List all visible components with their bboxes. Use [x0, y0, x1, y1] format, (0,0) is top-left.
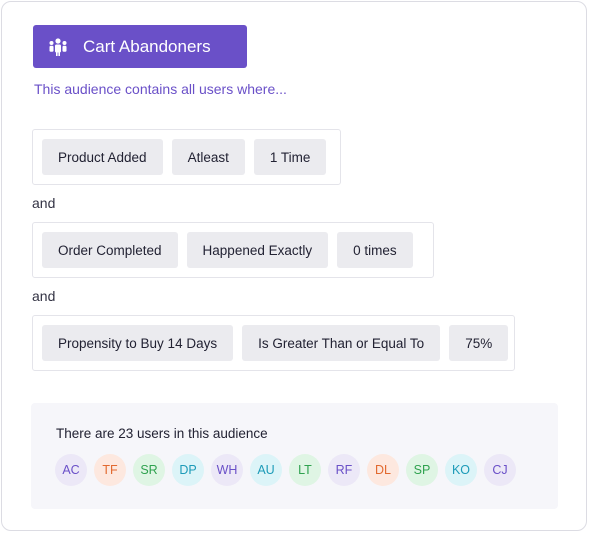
avatar[interactable]: TF [94, 454, 126, 486]
rule-value-chip[interactable]: 75% [449, 325, 509, 361]
avatar[interactable]: RF [328, 454, 360, 486]
avatar[interactable]: SR [133, 454, 165, 486]
and-connector: and [32, 288, 56, 304]
avatar-list: AC TF SR DP WH AU LT RF DL SP KO CJ [55, 454, 516, 486]
rule-operator-chip[interactable]: Atleast [171, 139, 245, 175]
rule-value-chip[interactable]: 1 Time [253, 139, 327, 175]
avatar[interactable]: DL [367, 454, 399, 486]
avatar[interactable]: AU [250, 454, 282, 486]
avatar[interactable]: LT [289, 454, 321, 486]
rule-group: Propensity to Buy 14 Days Is Greater Tha… [32, 315, 515, 371]
audience-description: This audience contains all users where..… [34, 81, 287, 97]
avatar[interactable]: SP [406, 454, 438, 486]
avatar[interactable]: WH [211, 454, 243, 486]
and-connector: and [32, 195, 56, 211]
rule-operator-chip[interactable]: Happened Exactly [186, 232, 329, 268]
avatar[interactable]: CJ [484, 454, 516, 486]
rule-event-chip[interactable]: Order Completed [42, 232, 178, 268]
rule-event-chip[interactable]: Propensity to Buy 14 Days [42, 325, 234, 361]
rule-event-chip[interactable]: Product Added [42, 139, 163, 175]
user-count-text: There are 23 users in this audience [56, 426, 268, 441]
audience-title: Cart Abandoners [83, 36, 211, 56]
audience-title-button[interactable]: Cart Abandoners [33, 25, 247, 68]
rule-group: Product Added Atleast 1 Time [32, 129, 341, 185]
avatar[interactable]: AC [55, 454, 87, 486]
avatar[interactable]: KO [445, 454, 477, 486]
audience-summary-panel: There are 23 users in this audience AC TF… [31, 403, 558, 509]
rule-operator-chip[interactable]: Is Greater Than or Equal To [242, 325, 441, 361]
group-icon [47, 36, 69, 58]
rule-group: Order Completed Happened Exactly 0 times [32, 222, 434, 278]
rule-value-chip[interactable]: 0 times [337, 232, 413, 268]
avatar[interactable]: DP [172, 454, 204, 486]
